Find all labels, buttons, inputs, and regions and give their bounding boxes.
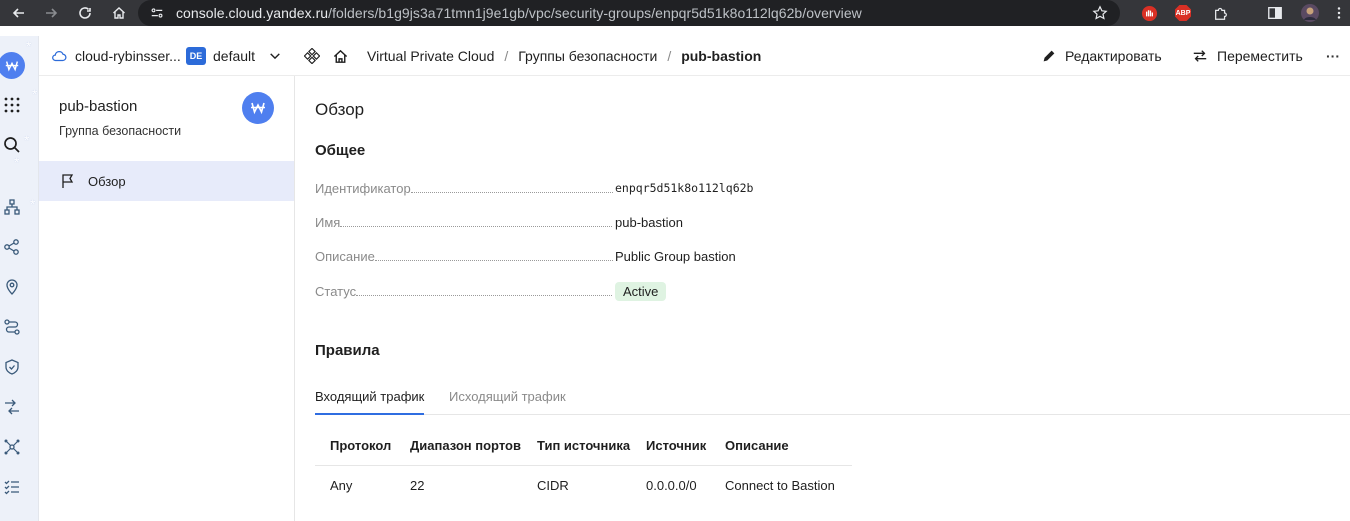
tab-ingress[interactable]: Входящий трафик <box>315 389 425 415</box>
leader-dots <box>340 225 613 227</box>
property-key: Статус <box>315 283 357 299</box>
cell-source-type: CIDR <box>537 478 569 493</box>
edit-label: Редактировать <box>1065 48 1162 64</box>
section-general-title: Общее <box>315 142 366 159</box>
resource-sidebar: pub-bastion Группа безопасности Обзор <box>39 76 295 521</box>
snowflake-decoration: * <box>24 132 30 148</box>
back-icon[interactable] <box>10 4 28 22</box>
property-status: Статус Active <box>315 281 765 301</box>
breadcrumb-current: pub-bastion <box>681 48 762 64</box>
column-header-port-range: Диапазон портов <box>410 438 521 453</box>
property-description: Описание Public Group bastion <box>315 247 765 265</box>
breadcrumb-vpc[interactable]: Virtual Private Cloud <box>367 48 494 64</box>
console-header: cloud-rybinsser... DE default Virtual Pr… <box>39 36 1350 76</box>
section-rules-title: Правила <box>315 342 380 359</box>
cloud-selector[interactable]: cloud-rybinsser... <box>51 36 181 76</box>
graph-nodes-icon[interactable] <box>0 435 23 459</box>
property-id: Идентификатор enpqr5d51k8o112lq62b <box>315 179 765 197</box>
edit-button[interactable]: Редактировать <box>1041 36 1162 76</box>
yandex-cloud-logo[interactable] <box>0 52 25 79</box>
more-actions-button[interactable]: ··· <box>1326 36 1340 76</box>
browser-toolbar: console.cloud.yandex.ru/folders/b1g9js3a… <box>0 0 1350 26</box>
leader-dots <box>410 191 613 193</box>
site-info-icon[interactable] <box>150 5 166 21</box>
property-key: Идентификатор <box>315 180 411 196</box>
arrows-merge-icon[interactable] <box>0 395 23 419</box>
folder-selector[interactable]: DE default <box>186 36 281 76</box>
share-nodes-icon[interactable] <box>0 235 23 259</box>
folder-name: default <box>213 48 256 64</box>
pencil-icon <box>1043 50 1055 62</box>
leader-dots <box>356 294 613 296</box>
cell-description: Connect to Bastion <box>725 478 835 493</box>
snowflake-decoration: * <box>30 196 36 212</box>
status-badge: Active <box>615 281 667 301</box>
services-grid-icon[interactable] <box>0 93 23 117</box>
sidebar-item-overview[interactable]: Обзор <box>39 161 294 201</box>
location-pin-icon[interactable] <box>0 275 23 299</box>
resource-type: Группа безопасности <box>59 124 182 138</box>
snowflake-decoration: * <box>26 38 32 54</box>
page-title: Обзор <box>315 100 365 119</box>
column-header-protocol: Протокол <box>330 438 392 453</box>
sidebar-item-label: Обзор <box>88 173 126 189</box>
profile-avatar[interactable] <box>1301 4 1319 22</box>
flag-icon <box>62 174 74 188</box>
cell-source: 0.0.0.0/0 <box>646 478 697 493</box>
property-key: Имя <box>315 214 341 230</box>
network-topology-icon[interactable] <box>0 195 23 219</box>
breadcrumb-security-groups[interactable]: Группы безопасности <box>518 48 657 64</box>
property-value: enpqr5d51k8o112lq62b <box>615 181 754 195</box>
traffic-tabs: Входящий трафик Исходящий трафик <box>315 381 1350 415</box>
breadcrumb-separator: / <box>667 48 672 64</box>
vpc-home-icon[interactable] <box>332 36 349 76</box>
cloud-name: cloud-rybinsser... <box>75 48 181 64</box>
property-name: Имя pub-bastion <box>315 213 765 231</box>
breadcrumb: Virtual Private Cloud / Группы безопасно… <box>367 36 761 76</box>
search-icon[interactable] <box>0 133 23 157</box>
cloud-icon <box>52 50 67 62</box>
property-value: pub-bastion <box>615 214 683 230</box>
reload-icon[interactable] <box>76 4 94 22</box>
hand-extension-icon[interactable] <box>1140 4 1158 22</box>
app-rail: * * * * * <box>0 36 39 521</box>
bookmark-star-icon[interactable] <box>1092 5 1108 21</box>
service-switch-icon[interactable] <box>304 36 320 76</box>
shield-icon[interactable] <box>0 355 23 379</box>
column-header-source-type: Тип источника <box>537 438 631 453</box>
main-content: Обзор Общее Идентификатор enpqr5d51k8o11… <box>295 76 1350 521</box>
property-value: Public Group bastion <box>615 248 736 264</box>
leader-dots <box>374 259 613 261</box>
move-button[interactable]: Переместить <box>1192 36 1303 76</box>
side-panel-icon[interactable] <box>1266 4 1284 22</box>
adblock-label: ABP <box>1175 9 1191 17</box>
column-header-description: Описание <box>725 438 789 453</box>
url-text: console.cloud.yandex.ru/folders/b1g9js3a… <box>176 5 862 21</box>
browser-menu-icon[interactable] <box>1330 4 1348 22</box>
snowflake-decoration: * <box>32 86 38 102</box>
table-header-row: Протокол Диапазон портов Тип источника И… <box>315 430 852 466</box>
cell-protocol: Any <box>330 478 353 493</box>
cell-port-range: 22 <box>410 478 425 493</box>
tab-egress[interactable]: Исходящий трафик <box>449 389 566 415</box>
chevron-down-icon <box>270 53 280 60</box>
address-bar[interactable]: console.cloud.yandex.ru/folders/b1g9js3a… <box>138 0 1120 26</box>
breadcrumb-separator: / <box>504 48 509 64</box>
home-icon[interactable] <box>110 4 128 22</box>
resource-title: pub-bastion <box>59 98 138 115</box>
extensions-puzzle-icon[interactable] <box>1212 4 1230 22</box>
swap-arrows-icon <box>1193 50 1207 62</box>
route-icon[interactable] <box>0 315 23 339</box>
vpc-service-icon <box>242 92 274 124</box>
forward-icon[interactable] <box>42 4 60 22</box>
checklist-icon[interactable] <box>0 475 23 499</box>
table-row[interactable]: Any 22 CIDR 0.0.0.0/0 Connect to Bastion <box>315 466 852 504</box>
column-header-source: Источник <box>646 438 707 453</box>
move-label: Переместить <box>1217 48 1303 64</box>
folder-badge: DE <box>186 47 206 65</box>
adblock-extension-icon[interactable]: ABP <box>1174 4 1192 22</box>
property-key: Описание <box>315 248 375 264</box>
